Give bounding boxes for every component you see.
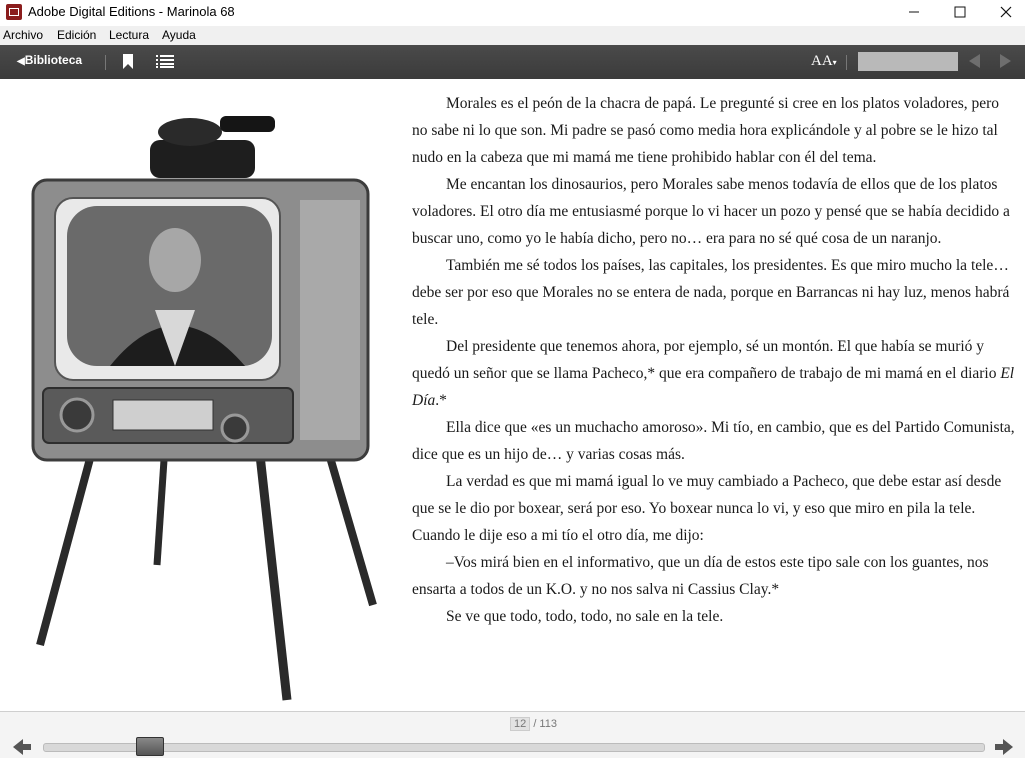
page-navigation-bar: 12 / 113 — [0, 711, 1025, 758]
search-prev-icon[interactable] — [969, 54, 981, 73]
title-bar: Adobe Digital Editions - Marinola 68 — [0, 0, 1025, 26]
paragraph: Del presidente que tenemos ahora, por ej… — [412, 333, 1018, 414]
telephone-handset — [220, 116, 275, 132]
page-progress-thumb[interactable] — [136, 737, 165, 756]
menu-lectura[interactable]: Lectura — [109, 28, 149, 42]
window-title: Adobe Digital Editions - Marinola 68 — [28, 4, 235, 19]
page-progress-track[interactable] — [43, 743, 985, 752]
tv-speaker-grille — [112, 399, 214, 431]
tv-leg — [321, 438, 377, 607]
library-label: Biblioteca — [24, 53, 83, 67]
paragraph: Me encantan los dinosaurios, pero Morale… — [412, 176, 1010, 247]
menu-bar: Archivo Edición Lectura Ayuda — [0, 26, 1025, 45]
menu-archivo[interactable]: Archivo — [3, 28, 43, 42]
paragraph: –Vos mirá bien en el informativo, que un… — [412, 554, 989, 598]
tv-knob — [59, 397, 95, 433]
page-text: Morales es el peón de la chacra de papá.… — [412, 90, 1018, 630]
toolbar-divider — [846, 55, 847, 70]
dropdown-caret-icon: ▾ — [832, 58, 837, 67]
library-button[interactable]: ◀Biblioteca — [17, 53, 82, 67]
tv-leg — [153, 444, 169, 566]
tv-side-panel — [300, 200, 360, 440]
telephone-body — [150, 140, 255, 178]
paragraph: También me sé todos los países, las capi… — [412, 257, 1010, 328]
reader-toolbar: ◀Biblioteca AA▾ — [0, 45, 1025, 79]
font-size-label: AA — [811, 53, 833, 69]
table-of-contents-icon[interactable] — [156, 55, 174, 73]
current-page-field[interactable]: 12 — [510, 717, 531, 731]
toolbar-divider — [105, 55, 106, 70]
font-size-button[interactable]: AA▾ — [811, 53, 837, 70]
tv-person-head — [149, 228, 201, 292]
menu-ayuda[interactable]: Ayuda — [162, 28, 196, 42]
total-pages: / 113 — [533, 718, 557, 730]
back-triangle-icon: ◀ — [17, 56, 25, 67]
menu-edicion[interactable]: Edición — [57, 28, 96, 42]
paragraph: Se ve que todo, todo, todo, no sale en l… — [446, 608, 724, 625]
tv-leg — [255, 454, 292, 701]
page-indicator: 12 / 113 — [510, 717, 557, 731]
close-button[interactable] — [983, 0, 1025, 26]
tv-leg — [36, 438, 99, 647]
maximize-button[interactable] — [937, 0, 983, 26]
tv-knob — [220, 413, 250, 443]
search-next-icon[interactable] — [999, 54, 1011, 73]
app-logo-icon — [6, 4, 22, 20]
footnote-marker: .* — [435, 392, 447, 409]
television-illustration — [31, 116, 377, 701]
paragraph: Ella dice que «es un muchacho amoroso». … — [412, 419, 1015, 463]
paragraph-text: Del presidente que tenemos ahora, por ej… — [412, 338, 1001, 382]
paragraph: La verdad es que mi mamá igual lo ve muy… — [412, 473, 1002, 544]
telephone-dial — [158, 118, 222, 146]
minimize-button[interactable] — [891, 0, 937, 26]
paragraph: Morales es el peón de la chacra de papá.… — [412, 95, 1000, 166]
search-input[interactable] — [858, 52, 958, 71]
bookmark-icon[interactable] — [122, 54, 134, 74]
